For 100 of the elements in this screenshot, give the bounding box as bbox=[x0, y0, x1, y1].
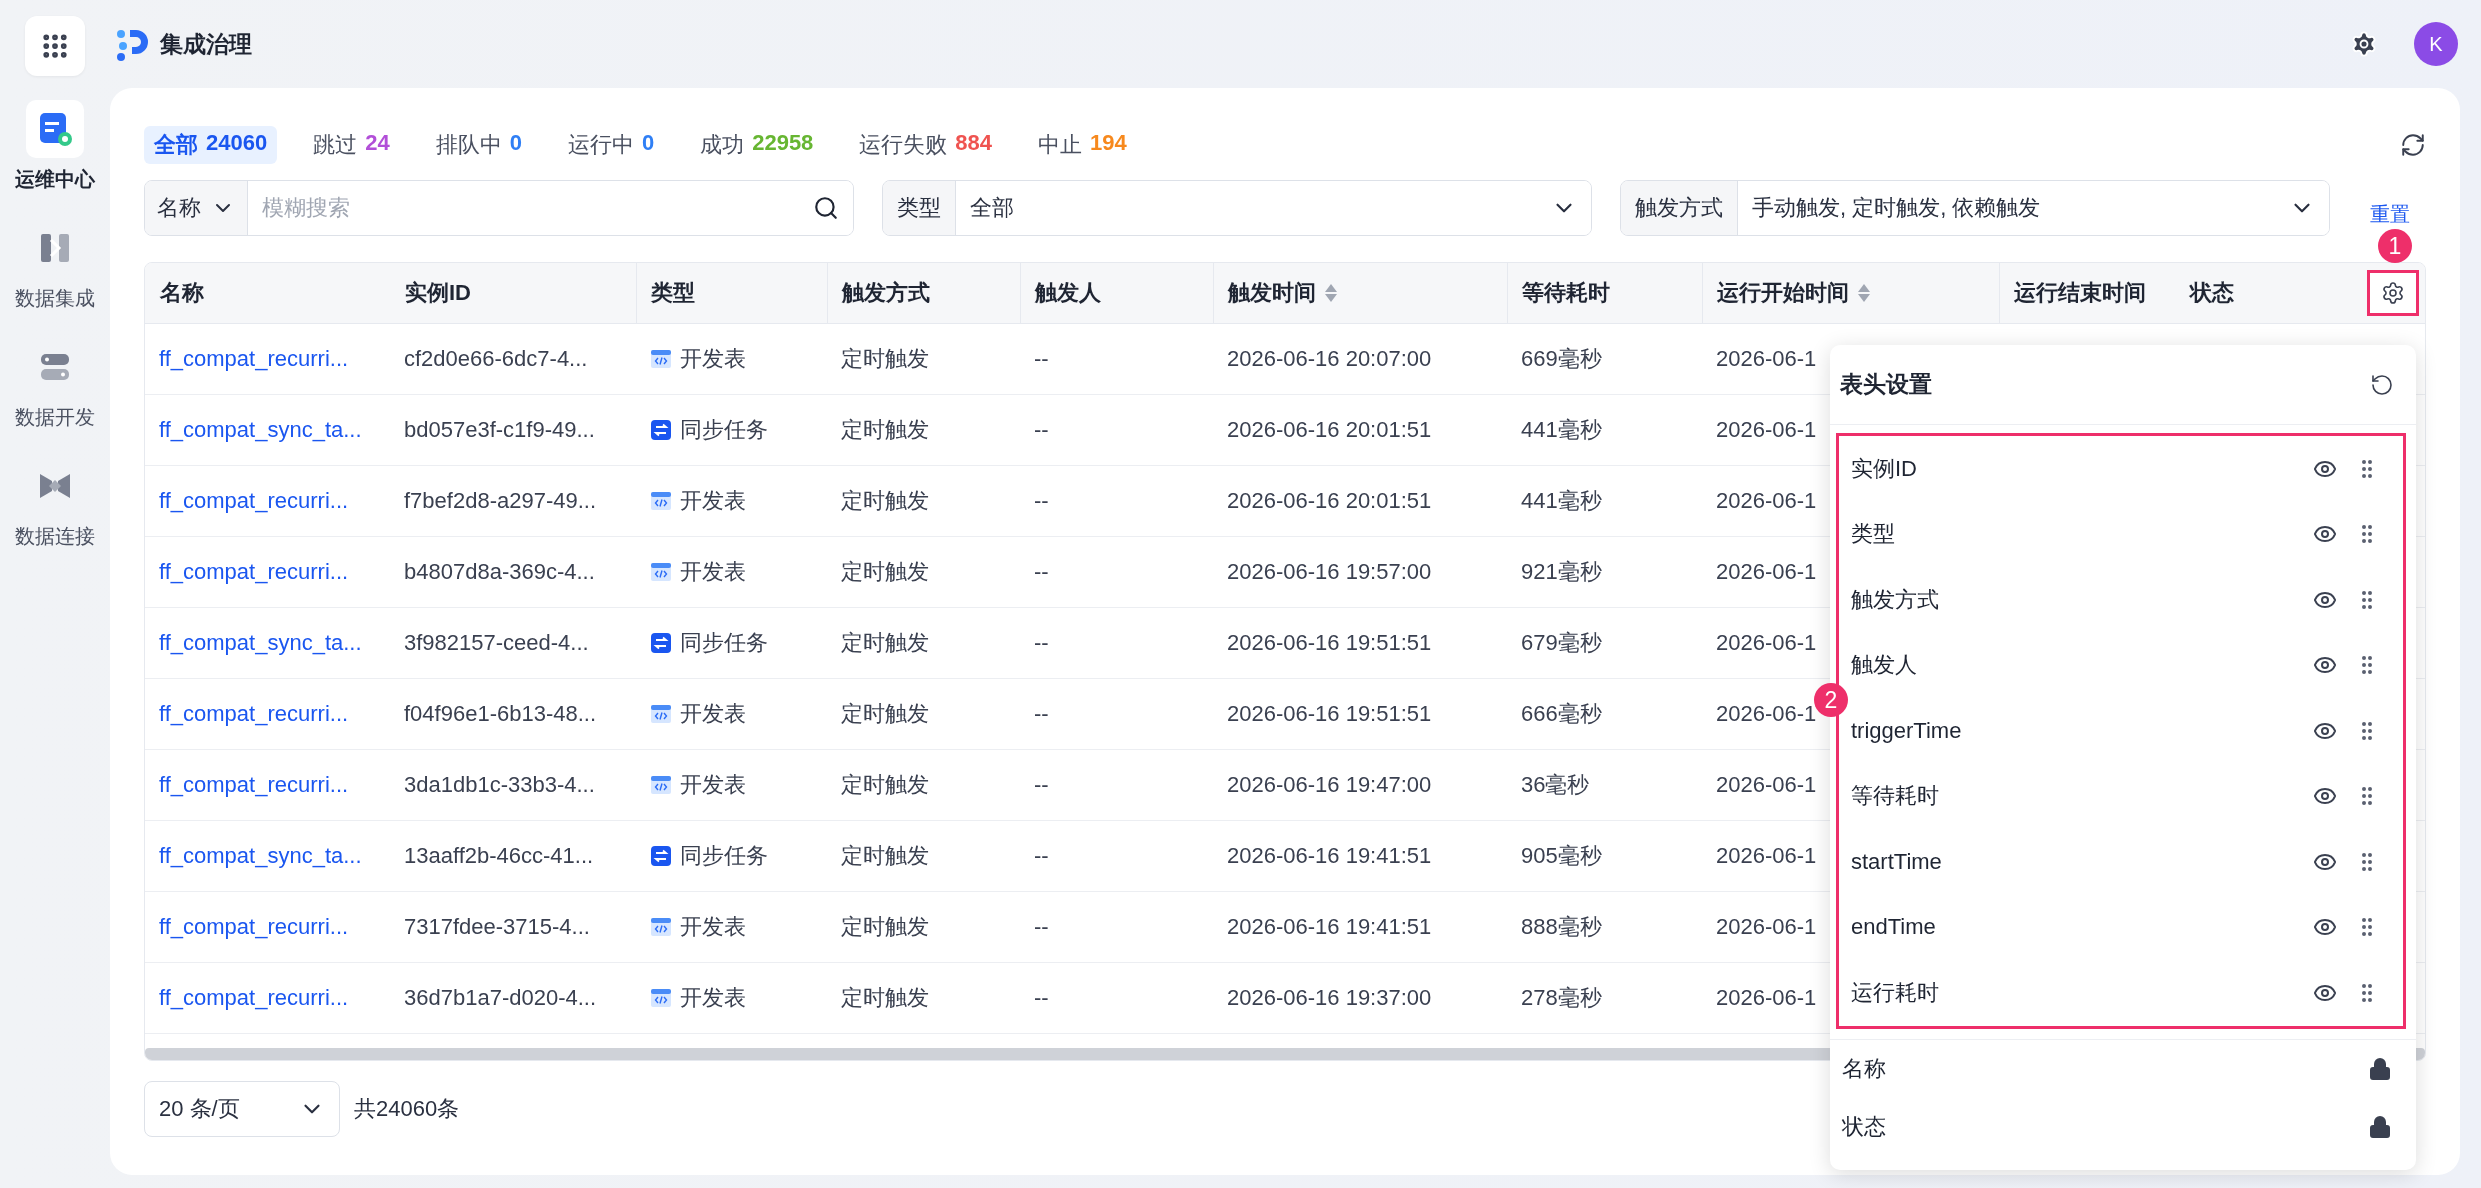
trigger-select[interactable]: 触发方式 手动触发, 定时触发, 依赖触发 bbox=[1620, 180, 2330, 236]
column-name: 触发人 bbox=[1851, 651, 1918, 680]
panel-title: 表头设置 bbox=[1840, 370, 1932, 399]
sync-task-icon bbox=[650, 632, 672, 655]
search-icon[interactable] bbox=[813, 195, 839, 221]
code-table-icon bbox=[650, 348, 672, 371]
table-cell: -- bbox=[1034, 559, 1049, 586]
column-name: 运行耗时 bbox=[1851, 978, 1940, 1007]
settings-icon[interactable] bbox=[2350, 30, 2378, 58]
column-name: startTime bbox=[1851, 848, 1943, 875]
table-cell: 36d7b1a7-d020-4... bbox=[404, 985, 597, 1012]
status-tab[interactable]: 成功 22958 bbox=[690, 126, 824, 164]
table-cell: 2026-06-16 20:07:00 bbox=[1227, 346, 1432, 373]
table-cell-text: 定时触发 bbox=[841, 913, 929, 942]
type-select[interactable]: 类型 全部 bbox=[882, 180, 1592, 236]
table-cell-text: 定时触发 bbox=[841, 487, 929, 516]
table-cell: 2026-06-1 bbox=[1716, 630, 1817, 657]
status-tab[interactable]: 运行中 0 bbox=[557, 126, 665, 164]
status-tab[interactable]: 运行失败 884 bbox=[849, 126, 1003, 164]
field-select[interactable]: 名称 bbox=[145, 181, 248, 235]
table-cell: b4807d8a-369c-4... bbox=[404, 559, 595, 586]
search-field[interactable]: 模糊搜索 bbox=[248, 195, 813, 221]
table-cell-text: 441毫秒 bbox=[1521, 416, 1602, 445]
sidebar-item[interactable]: 运维中心 bbox=[15, 100, 95, 219]
table-cell-text: 定时触发 bbox=[841, 842, 929, 871]
column-header: 类型 bbox=[651, 279, 695, 308]
table-cell: -- bbox=[1034, 630, 1049, 657]
column-header: 触发方式 bbox=[842, 279, 930, 308]
task-name-link[interactable]: ff_compat_recurri... bbox=[159, 488, 349, 515]
sidebar-item[interactable]: 数据连接 bbox=[15, 457, 95, 576]
sidebar-item[interactable]: 数据开发 bbox=[15, 338, 95, 457]
column-header: 状态 bbox=[2190, 279, 2234, 308]
name-filter[interactable]: 名称 模糊搜索 bbox=[144, 180, 854, 236]
task-name-link[interactable]: ff_compat_recurri... bbox=[159, 914, 349, 941]
table-cell-text: 定时触发 bbox=[841, 771, 929, 800]
table-cell-text: 同步任务 bbox=[680, 842, 768, 871]
code-table-icon bbox=[650, 916, 672, 939]
table-cell-text: 441毫秒 bbox=[1521, 487, 1602, 516]
table-cell: 2026-06-1 bbox=[1716, 346, 1817, 373]
table-cell-text: 定时触发 bbox=[841, 558, 929, 587]
column-name: 等待耗时 bbox=[1851, 782, 1940, 811]
table-cell: cf2d0e66-6dc7-4... bbox=[404, 346, 588, 373]
code-table-icon bbox=[650, 774, 672, 797]
table-cell-text: 定时触发 bbox=[841, 345, 929, 374]
task-name-link[interactable]: ff_compat_recurri... bbox=[159, 701, 349, 728]
table-cell: 7317fdee-3715-4... bbox=[404, 914, 590, 941]
table-cell-text: 905毫秒 bbox=[1521, 842, 1602, 871]
status-tab[interactable]: 全部 24060 bbox=[144, 126, 278, 164]
column-name: 类型 bbox=[1851, 520, 1896, 549]
column-header: 实例ID bbox=[405, 279, 471, 308]
column-name: 实例ID bbox=[1851, 454, 1918, 483]
task-name-link[interactable]: ff_compat_recurri... bbox=[159, 559, 349, 586]
table-cell: 13aaff2b-46cc-41... bbox=[404, 843, 594, 870]
table-cell: 2026-06-16 19:51:51 bbox=[1227, 630, 1432, 657]
sidebar-item[interactable]: 数据集成 bbox=[15, 219, 95, 338]
step-marker: 1 bbox=[2378, 229, 2412, 263]
task-name-link[interactable]: ff_compat_recurri... bbox=[159, 346, 349, 373]
reset-icon[interactable] bbox=[2370, 372, 2394, 397]
task-name-link[interactable]: ff_compat_recurri... bbox=[159, 772, 349, 799]
table-cell-text: 278毫秒 bbox=[1521, 984, 1602, 1013]
table-cell-text: 669毫秒 bbox=[1521, 345, 1602, 374]
table-cell-text: 888毫秒 bbox=[1521, 913, 1602, 942]
task-name-link[interactable]: ff_compat_sync_ta... bbox=[159, 843, 362, 870]
code-table-icon bbox=[650, 703, 672, 726]
sync-task-icon bbox=[650, 419, 672, 442]
table-cell: 2026-06-1 bbox=[1716, 914, 1817, 941]
status-tab[interactable]: 排队中 0 bbox=[425, 126, 532, 164]
table-cell: bd057e3f-c1f9-49... bbox=[404, 417, 595, 444]
table-cell-text: 开发表 bbox=[680, 345, 746, 374]
table-cell: 2026-06-1 bbox=[1716, 417, 1817, 444]
table-cell: f7bef2d8-a297-49... bbox=[404, 488, 597, 515]
lock-icon bbox=[2368, 1056, 2392, 1081]
table-cell: 3f982157-ceed-4... bbox=[404, 630, 589, 657]
table-cell: -- bbox=[1034, 772, 1049, 799]
user-avatar[interactable]: K bbox=[2414, 22, 2458, 66]
column-settings-button[interactable] bbox=[2367, 270, 2419, 317]
refresh-icon[interactable] bbox=[2400, 132, 2426, 158]
page-size-select[interactable]: 20 条/页 bbox=[144, 1081, 340, 1137]
task-name-link[interactable]: ff_compat_sync_ta... bbox=[159, 630, 362, 657]
task-name-link[interactable]: ff_compat_recurri... bbox=[159, 985, 349, 1012]
table-cell: 2026-06-16 19:41:51 bbox=[1227, 914, 1432, 941]
status-tab[interactable]: 中止 194 bbox=[1028, 126, 1137, 164]
lock-icon bbox=[2368, 1114, 2392, 1139]
table-cell-text: 36毫秒 bbox=[1521, 771, 1590, 800]
table-cell: 2026-06-16 20:01:51 bbox=[1227, 488, 1432, 515]
app-grid-button[interactable] bbox=[25, 16, 85, 76]
column-name: 状态 bbox=[1842, 1112, 1887, 1141]
table-cell: 2026-06-16 19:37:00 bbox=[1227, 985, 1432, 1012]
grid-icon bbox=[40, 31, 70, 61]
task-name-link[interactable]: ff_compat_sync_ta... bbox=[159, 417, 362, 444]
column-header: 触发人 bbox=[1035, 279, 1101, 308]
table-cell-text: 同步任务 bbox=[680, 629, 768, 658]
column-name: triggerTime bbox=[1851, 717, 1963, 744]
column-name: 名称 bbox=[1842, 1054, 1887, 1083]
status-tab[interactable]: 跳过 24 bbox=[303, 126, 400, 164]
table-cell: -- bbox=[1034, 914, 1049, 941]
table-cell-text: 679毫秒 bbox=[1521, 629, 1602, 658]
reset-link[interactable]: 重置 bbox=[2370, 200, 2410, 228]
table-cell: 3da1db1c-33b3-4... bbox=[404, 772, 595, 799]
table-cell-text: 开发表 bbox=[680, 984, 746, 1013]
